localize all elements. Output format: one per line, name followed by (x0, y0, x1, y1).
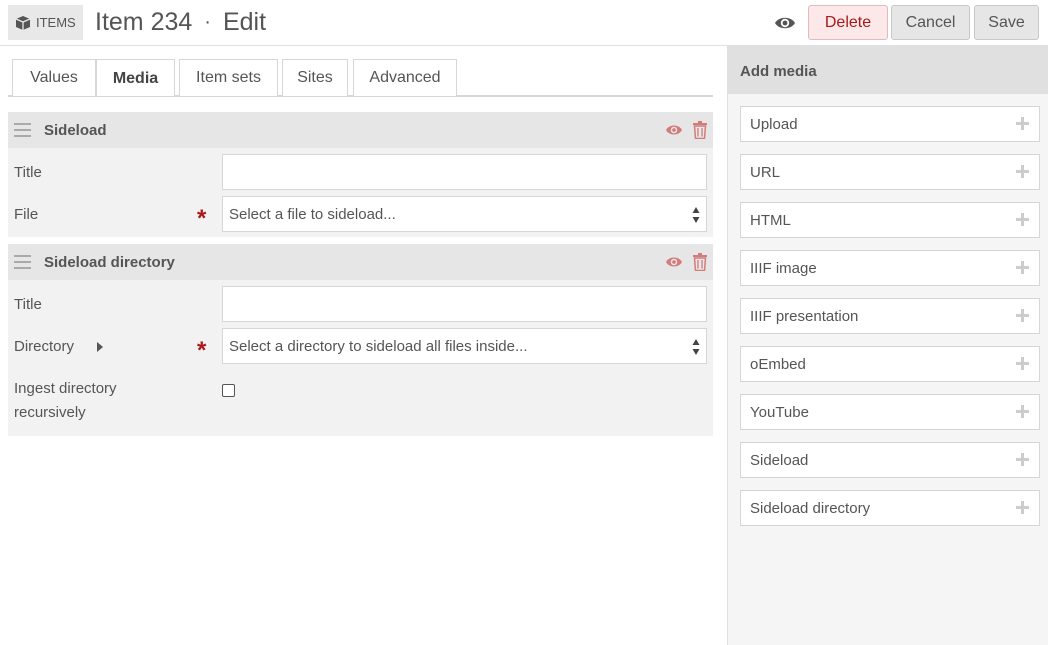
add-media-sideload-directory[interactable]: Sideload directory (740, 490, 1040, 526)
plus-icon (1016, 117, 1029, 130)
tab-item-sets[interactable]: Item sets (179, 59, 278, 96)
action-title: Edit (222, 8, 267, 36)
tabs-divider (8, 96, 713, 97)
add-media-label: oEmbed (750, 355, 806, 373)
tab-sites[interactable]: Sites (282, 59, 348, 96)
cancel-button[interactable]: Cancel (891, 5, 970, 40)
file-select[interactable]: Select a file to sideload... (222, 196, 707, 232)
add-media-url[interactable]: URL (740, 154, 1040, 190)
title-field-label: Title (14, 296, 42, 313)
plus-icon (1016, 309, 1029, 322)
add-media-label: IIIF presentation (750, 307, 859, 325)
media-block-sideload-directory: Sideload directory Title Directory * Sel… (8, 244, 713, 436)
add-media-upload[interactable]: Upload (740, 106, 1040, 142)
page-title: Item 234 · Edit (95, 8, 266, 37)
section-tabs: Values Media Item sets Sites Advanced (8, 59, 713, 97)
ingest-recursive-checkbox[interactable] (222, 384, 235, 397)
add-media-youtube[interactable]: YouTube (740, 394, 1040, 430)
plus-icon (1016, 453, 1029, 466)
add-media-sideload[interactable]: Sideload (740, 442, 1040, 478)
media-block-title: Sideload directory (44, 254, 175, 271)
add-media-label: HTML (750, 211, 791, 229)
plus-icon (1016, 405, 1029, 418)
file-select-value: Select a file to sideload... (229, 205, 396, 223)
plus-icon (1016, 165, 1029, 178)
recursive-label-line2: recursively (14, 404, 86, 421)
tab-media[interactable]: Media (96, 59, 175, 97)
directory-title-input[interactable] (222, 286, 707, 322)
plus-icon (1016, 261, 1029, 274)
directory-field-label: Directory (14, 338, 75, 355)
tab-advanced[interactable]: Advanced (353, 59, 457, 96)
media-block-title: Sideload (44, 122, 107, 139)
item-title: Item 234 (95, 8, 193, 36)
add-media-label: IIIF image (750, 259, 817, 277)
title-separator: · (204, 11, 211, 33)
add-media-html[interactable]: HTML (740, 202, 1040, 238)
select-arrows-icon (692, 339, 700, 355)
eye-icon[interactable] (665, 255, 683, 269)
media-block-header: Sideload (8, 112, 713, 148)
add-media-sidebar: Add media Upload URL HTML IIIF image III… (727, 46, 1048, 645)
add-media-iiif-image[interactable]: IIIF image (740, 250, 1040, 286)
file-field-label: File (14, 206, 39, 223)
items-breadcrumb-label: ITEMS (36, 15, 76, 30)
save-button[interactable]: Save (974, 5, 1039, 40)
eye-icon[interactable] (665, 123, 683, 137)
expand-directory-caret-icon[interactable] (97, 342, 103, 352)
directory-select[interactable]: Select a directory to sideload all files… (222, 328, 707, 364)
select-arrows-icon (692, 207, 700, 223)
recursive-label-line1: Ingest directory (14, 380, 117, 397)
required-marker: * (197, 337, 207, 364)
add-media-label: YouTube (750, 403, 809, 421)
sideload-title-input[interactable] (222, 154, 707, 190)
add-media-label: Upload (750, 115, 798, 133)
items-breadcrumb[interactable]: ITEMS (8, 5, 83, 40)
tab-values[interactable]: Values (12, 59, 96, 96)
media-block-sideload: Sideload Title File * Select a file to s… (8, 112, 713, 237)
directory-select-value: Select a directory to sideload all files… (229, 337, 528, 355)
plus-icon (1016, 357, 1029, 370)
page-header: ITEMS Item 234 · Edit Delete Cancel Save (0, 0, 1048, 46)
add-media-label: Sideload (750, 451, 809, 469)
required-marker: * (197, 205, 207, 232)
view-public-eye-icon[interactable] (774, 13, 796, 33)
add-media-oembed[interactable]: oEmbed (740, 346, 1040, 382)
media-block-header: Sideload directory (8, 244, 713, 280)
cube-icon (15, 15, 31, 30)
trash-icon[interactable] (692, 121, 708, 139)
delete-button[interactable]: Delete (808, 5, 888, 40)
drag-handle-icon[interactable] (14, 123, 31, 137)
title-field-label: Title (14, 164, 42, 181)
sidebar-title: Add media (728, 46, 1048, 94)
add-media-iiif-presentation[interactable]: IIIF presentation (740, 298, 1040, 334)
plus-icon (1016, 213, 1029, 226)
plus-icon (1016, 501, 1029, 514)
add-media-label: Sideload directory (750, 499, 871, 517)
drag-handle-icon[interactable] (14, 255, 31, 269)
add-media-label: URL (750, 163, 781, 181)
trash-icon[interactable] (692, 253, 708, 271)
